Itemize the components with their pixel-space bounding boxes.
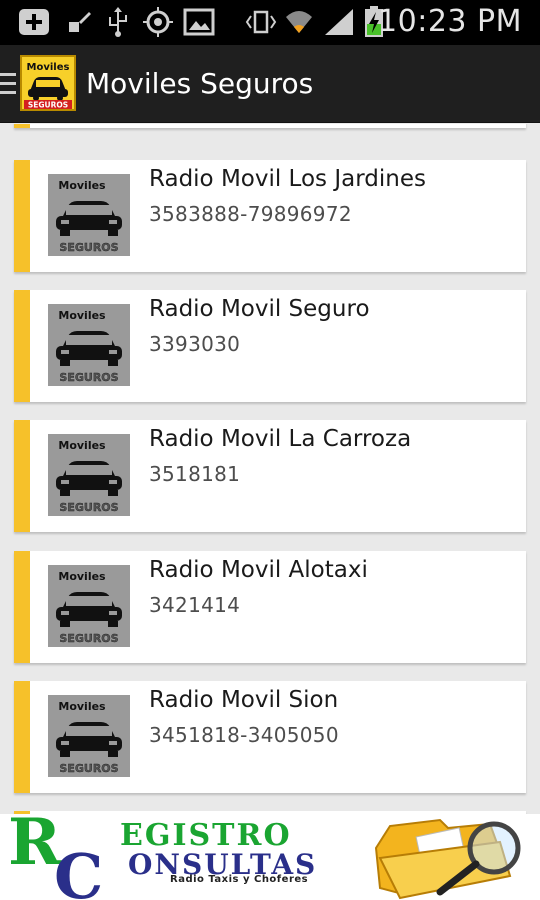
app-logo[interactable]: Moviles SEGUROS [20,55,76,111]
list-item[interactable]: Moviles SEGUROS Radio Movil Alotaxi 3421… [14,551,526,663]
svg-text:Moviles: Moviles [58,570,106,583]
banner-ad[interactable]: R C EGISTRO ONSULTAS Radio Taxis y Chofe… [0,814,540,900]
svg-text:Moviles: Moviles [27,62,70,73]
accent-bar [14,290,30,402]
add-box-icon [16,7,52,37]
svg-text:SEGUROS: SEGUROS [59,762,118,775]
list-item[interactable]: Moviles SEGUROS Radio Movil La Carroza 3… [14,420,526,532]
status-bar: 10:23 PM [0,0,540,45]
item-phone: 3518181 [149,462,241,486]
svg-text:Moviles: Moviles [58,309,106,322]
wifi-icon [284,7,314,37]
car-logo-icon: Moviles SEGUROS [48,695,130,777]
svg-text:C: C [54,840,103,900]
paint-icon [64,7,94,37]
item-name: Radio Movil Los Jardines [149,166,426,192]
list-item[interactable]: Moviles SEGUROS Radio Movil Sion 3451818… [14,681,526,793]
drawer-menu-icon[interactable] [0,73,16,95]
list-item[interactable] [14,124,526,128]
item-name: Radio Movil Alotaxi [149,557,368,583]
svg-text:SEGUROS: SEGUROS [59,371,118,384]
clock: 10:23 PM [378,4,522,39]
svg-text:Moviles: Moviles [58,700,106,713]
car-logo-icon: Moviles SEGUROS [48,174,130,256]
vibrate-icon [244,7,278,37]
image-icon [182,7,216,37]
taxi-list[interactable]: Moviles SEGUROS Radio Movil Los Jardines… [0,124,540,814]
banner-tagline: Radio Taxis y Choferes [170,874,309,885]
svg-text:SEGUROS: SEGUROS [59,241,118,254]
item-phone: 3393030 [149,332,241,356]
item-name: Radio Movil La Carroza [149,426,412,452]
svg-text:SEGUROS: SEGUROS [59,501,118,514]
svg-text:SEGUROS: SEGUROS [59,632,118,645]
item-phone: 3421414 [149,593,241,617]
usb-icon [104,7,132,37]
svg-text:Moviles: Moviles [58,179,106,192]
item-phone: 3583888-79896972 [149,202,352,226]
accent-bar [14,160,30,272]
accent-bar [14,551,30,663]
app-title: Moviles Seguros [86,67,314,100]
list-item[interactable]: Moviles SEGUROS Radio Movil Seguro 33930… [14,290,526,402]
accent-bar [14,420,30,532]
item-name: Radio Movil Sion [149,687,339,713]
car-logo-icon: Moviles SEGUROS [48,565,130,647]
accent-bar [14,681,30,793]
list-item[interactable]: Moviles SEGUROS Radio Movil Los Jardines… [14,160,526,272]
gps-icon [142,7,174,37]
car-logo-icon: Moviles SEGUROS [48,434,130,516]
folder-magnifier-icon [374,818,521,900]
car-logo-icon: Moviles SEGUROS [48,304,130,386]
svg-text:SEGUROS: SEGUROS [28,101,68,110]
svg-text:Moviles: Moviles [58,439,106,452]
action-bar: Moviles SEGUROS Moviles Seguros [0,45,540,123]
item-name: Radio Movil Seguro [149,296,370,322]
signal-icon [322,7,356,37]
item-phone: 3451818-3405050 [149,723,339,747]
